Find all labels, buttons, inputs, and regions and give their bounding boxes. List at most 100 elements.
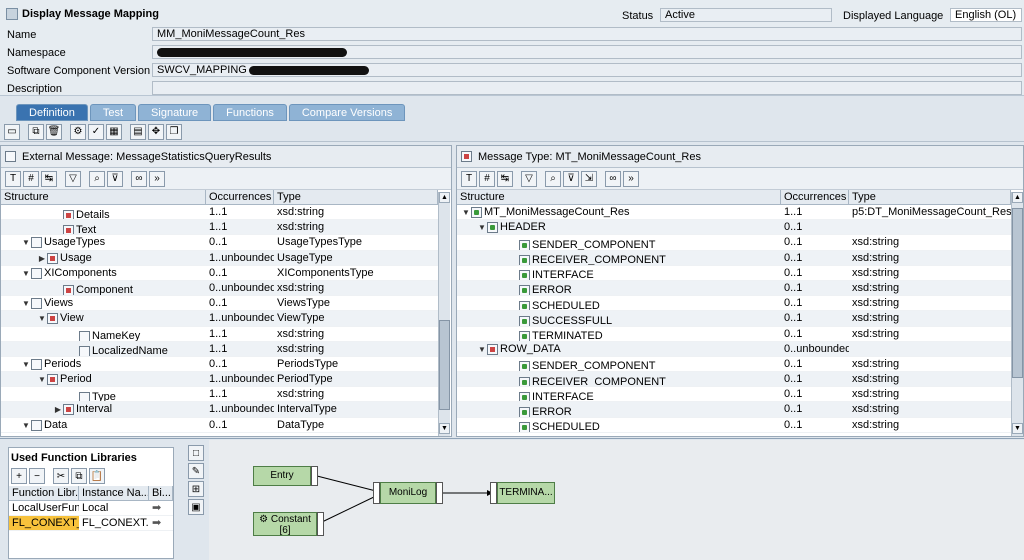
new-function-icon[interactable]: □ [188, 445, 204, 461]
funnel-icon[interactable]: ⊽ [107, 170, 123, 187]
collapse-icon[interactable]: ▼ [21, 418, 31, 432]
funnel-icon[interactable]: ⊽ [563, 170, 579, 187]
constant-function[interactable]: ⚙ Constant [6] [253, 512, 317, 536]
dependency-icon[interactable]: ↹ [497, 170, 513, 187]
col-structure[interactable]: Structure [457, 190, 781, 204]
tree-icon[interactable]: T [5, 170, 21, 187]
tree-row[interactable]: NameKey 1..1 xsd:string [1, 327, 438, 342]
paste-icon[interactable]: 📋 [89, 468, 105, 484]
tree-row[interactable]: Type 1..1 xsd:string [1, 387, 438, 403]
scroll-thumb[interactable] [1012, 208, 1023, 378]
tree-row[interactable]: ▼ ROW_DATA 0..unbounded [457, 341, 1011, 357]
tree-expand-icon[interactable]: ⊞ [188, 481, 204, 497]
collapse-icon[interactable]: ▼ [477, 220, 487, 234]
find-icon[interactable]: ⌕ [545, 170, 561, 187]
col-occurrences[interactable]: Occurrences [206, 190, 274, 204]
tree-row[interactable]: INTERFACE 0..1 xsd:string [457, 387, 1011, 403]
tree-row[interactable]: ▼ Data 0..1 DataType [1, 418, 438, 433]
binoculars-icon[interactable]: ∞ [131, 170, 147, 187]
target-terminated-field[interactable]: TERMINA... [497, 482, 555, 504]
filter-icon[interactable]: ▽ [65, 170, 81, 187]
tree-row[interactable]: RECEIVER_COMPONENT 0..1 xsd:string [457, 372, 1011, 388]
entry-output-port[interactable] [311, 466, 318, 486]
col-structure[interactable]: Structure [1, 190, 206, 204]
arrow-right-icon[interactable]: ➡ [149, 501, 173, 515]
grid-icon[interactable]: # [479, 170, 495, 187]
expand-icon[interactable]: ▶ [37, 251, 47, 265]
collapse-icon[interactable]: ▼ [37, 311, 47, 325]
function-lib-row[interactable]: LocalUserFunc Local ➡ [9, 501, 173, 517]
find-next-icon[interactable]: » [623, 170, 639, 187]
collapse-icon[interactable]: ▼ [21, 357, 31, 371]
constant-output-port[interactable] [317, 512, 324, 536]
col-function-library[interactable]: Function Libr... [9, 486, 79, 500]
remove-icon[interactable]: − [29, 468, 45, 484]
tree-row[interactable]: ERROR 0..1 xsd:string [457, 280, 1011, 297]
collapse-icon[interactable]: ▼ [21, 296, 31, 310]
filter-icon[interactable]: ▽ [521, 170, 537, 187]
tree-row[interactable]: Details 1..1 xsd:string [1, 205, 438, 221]
tree-row[interactable]: SENDER_COMPONENT 0..1 xsd:string [457, 357, 1011, 373]
tree-row[interactable]: SCHEDULED 0..1 xsd:string [457, 418, 1011, 433]
tree-icon[interactable]: T [461, 170, 477, 187]
tab-test[interactable]: Test [89, 104, 137, 121]
collapse-icon[interactable]: ▼ [21, 266, 31, 280]
arrow-right-icon[interactable]: ➡ [149, 516, 173, 530]
tree-row[interactable]: ▶ Usage 1..unbounded UsageType [1, 250, 438, 266]
add-icon[interactable]: + [11, 468, 27, 484]
col-type[interactable]: Type [849, 190, 1011, 204]
tree-row[interactable]: TERMINATED 0..1 xsd:string [457, 327, 1011, 342]
collapse-icon[interactable]: ▼ [477, 342, 487, 356]
mapping-canvas[interactable]: Entry ⚙ Constant [6] MoniLog TERMINA... [209, 440, 1024, 560]
target-input-port[interactable] [490, 482, 497, 504]
edit-icon[interactable]: ▭ [4, 123, 20, 140]
cut-icon[interactable]: ✂ [53, 468, 69, 484]
copy-icon[interactable]: ⧉ [71, 468, 87, 484]
dependency-icon[interactable]: ↹ [41, 170, 57, 187]
col-occurrences[interactable]: Occurrences [781, 190, 849, 204]
target-scrollbar[interactable]: ▲ ▼ [1011, 192, 1023, 436]
col-binding[interactable]: Bi... [149, 486, 173, 500]
col-type[interactable]: Type [274, 190, 438, 204]
language-select[interactable]: English (OL) [950, 8, 1022, 22]
scroll-up-icon[interactable]: ▲ [439, 192, 450, 203]
tree-row[interactable]: Component 0..unbounded xsd:string [1, 280, 438, 297]
tree-row[interactable]: SENDER_COMPONENT 0..1 xsd:string [457, 235, 1011, 251]
tree-row[interactable]: ▼ XIComponents 0..1 XIComponentsType [1, 266, 438, 281]
tree-row[interactable]: ▼ UsageTypes 0..1 UsageTypesType [1, 235, 438, 251]
tree-row[interactable]: ▼ Views 0..1 ViewsType [1, 296, 438, 312]
binoculars-icon[interactable]: ∞ [605, 170, 621, 187]
scroll-down-icon[interactable]: ▼ [439, 423, 450, 434]
col-instance-name[interactable]: Instance Na... [79, 486, 149, 500]
tree-row[interactable]: SCHEDULED 0..1 xsd:string [457, 296, 1011, 312]
move-icon[interactable]: ✥ [148, 123, 164, 140]
collapse-icon[interactable]: ▼ [21, 235, 31, 249]
monilog-output-port[interactable] [436, 482, 443, 504]
monilog-input-port[interactable] [373, 482, 380, 504]
window-icon[interactable]: ❐ [166, 123, 182, 140]
tree-row[interactable]: ERROR 0..1 xsd:string [457, 402, 1011, 418]
export-icon[interactable]: ⇲ [581, 170, 597, 187]
scroll-up-icon[interactable]: ▲ [1012, 192, 1023, 203]
tab-definition[interactable]: Definition [16, 104, 88, 121]
find-next-icon[interactable]: » [149, 170, 165, 187]
scroll-thumb[interactable] [439, 320, 450, 410]
collapse-icon[interactable]: ▼ [461, 205, 471, 219]
save-icon[interactable]: ▣ [188, 499, 204, 515]
tree-row[interactable]: ▼ HEADER 0..1 [457, 220, 1011, 236]
settings-icon[interactable]: ⚙ [70, 123, 86, 140]
pencil-icon[interactable]: ✎ [188, 463, 204, 479]
tab-functions[interactable]: Functions [213, 104, 287, 121]
tab-signature[interactable]: Signature [138, 104, 212, 121]
tree-row[interactable]: SUCCESSFULL 0..1 xsd:string [457, 311, 1011, 327]
table-icon[interactable]: ▦ [106, 123, 122, 140]
find-icon[interactable]: ⌕ [89, 170, 105, 187]
tree-row[interactable]: ▶ Interval 1..unbounded IntervalType [1, 402, 438, 418]
scroll-down-icon[interactable]: ▼ [1012, 423, 1023, 434]
collapse-icon[interactable]: ▼ [37, 372, 47, 386]
tree-row[interactable]: ▼ Periods 0..1 PeriodsType [1, 357, 438, 373]
entry-function[interactable]: Entry [253, 466, 311, 486]
tree-row[interactable]: RECEIVER_COMPONENT 0..1 xsd:string [457, 250, 1011, 266]
tree-row[interactable]: ▼ MT_MoniMessageCount_Res 1..1 p5:DT_MoniMe… [457, 205, 1011, 221]
tree-row[interactable]: LocalizedName 1..1 xsd:string [1, 341, 438, 357]
